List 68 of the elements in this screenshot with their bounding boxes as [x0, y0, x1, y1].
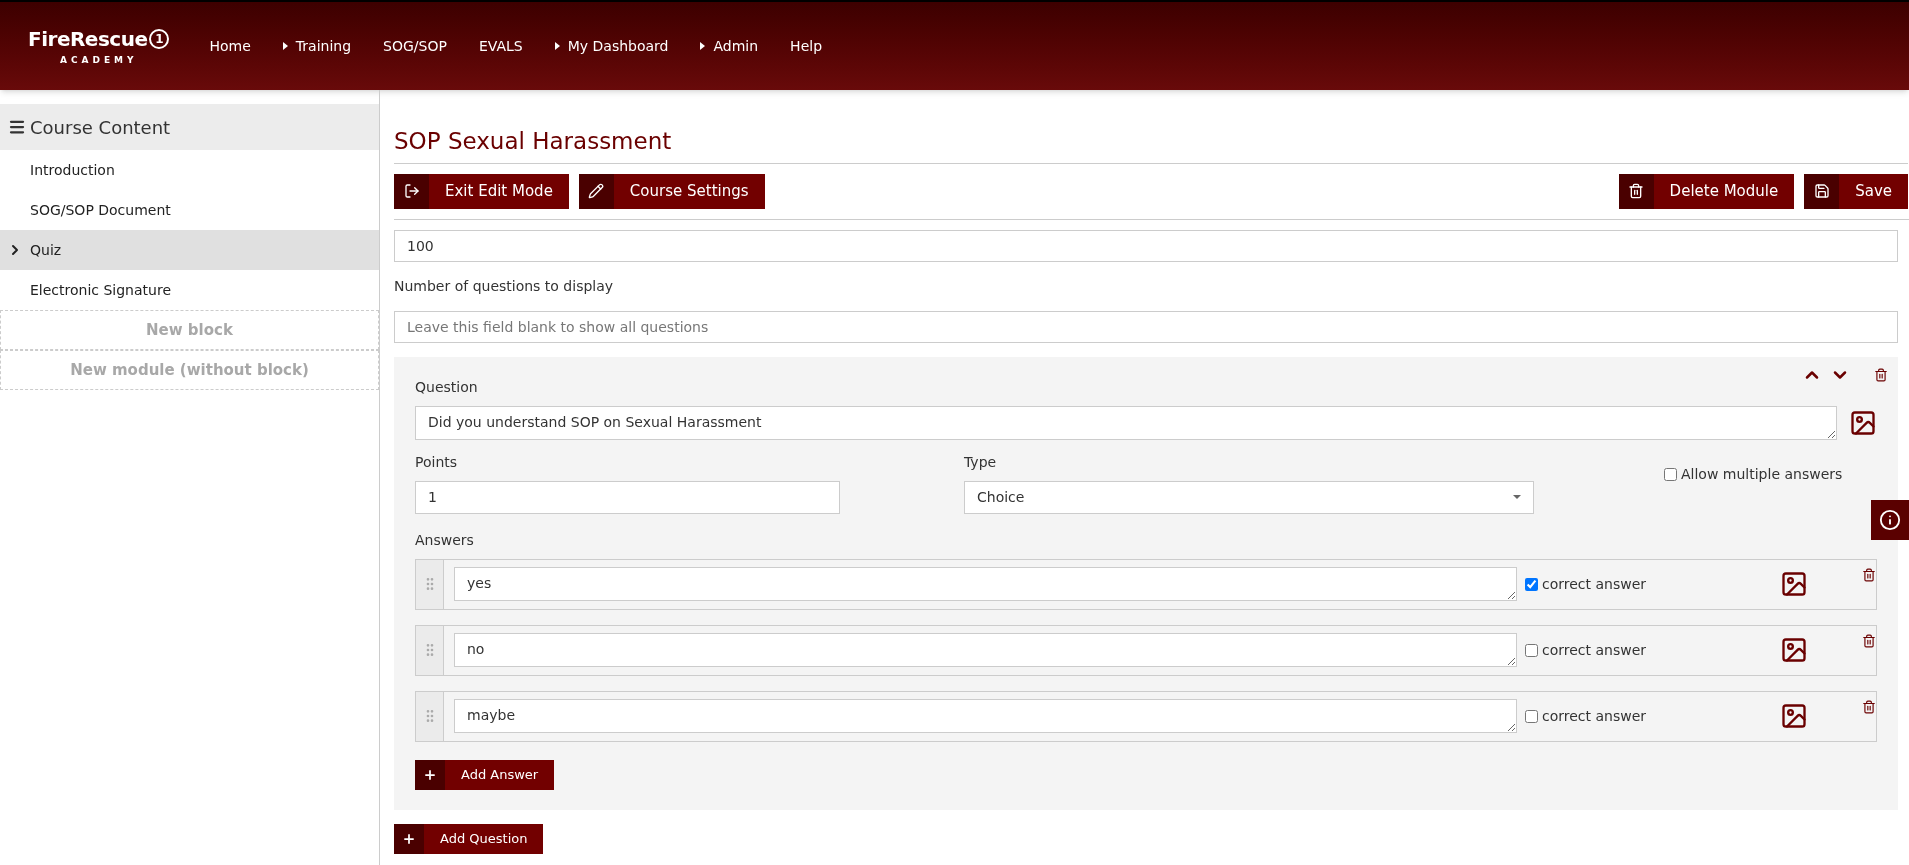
logo-wordmark: FireRescue [28, 26, 148, 54]
toolbar-button[interactable]: Delete Module [1618, 173, 1795, 209]
checkbox-label[interactable]: Allow multiple answers [1664, 463, 1843, 485]
checkbox[interactable] [1525, 709, 1538, 723]
image-icon[interactable] [1780, 702, 1809, 730]
nav-link[interactable]: EVALS [478, 35, 523, 57]
nav-link[interactable]: Training [282, 35, 352, 57]
sidebar-item[interactable]: SOG/SOP Document [0, 190, 379, 230]
input-field[interactable]: Leave this field blank to show all questions [394, 310, 1899, 343]
image-icon[interactable] [1780, 570, 1809, 598]
exit-icon [403, 183, 420, 199]
page-title: SOP Sexual Harassment [394, 124, 1909, 164]
delete-icon[interactable] [1862, 699, 1877, 714]
info-icon [1879, 509, 1901, 531]
trash-icon [1628, 183, 1645, 199]
field-label: Type [964, 452, 998, 472]
submenu-caret-icon [282, 42, 288, 50]
checkbox[interactable] [1664, 467, 1677, 481]
toolbar-button[interactable]: Exit Edit Mode [394, 173, 569, 209]
delete-icon[interactable] [1862, 633, 1877, 648]
drag-handle[interactable] [416, 559, 444, 609]
checkbox[interactable] [1525, 643, 1538, 657]
toolbar-button[interactable]: Save [1804, 173, 1909, 209]
answer-field[interactable]: yes [454, 567, 1517, 601]
type-select[interactable]: Choice [964, 480, 1534, 514]
field-label: Number of questions to display [394, 276, 615, 296]
field-label: Question [415, 377, 479, 397]
input-field[interactable]: 1 [415, 480, 840, 514]
nav-link[interactable]: SOG/SOP [383, 35, 447, 57]
checkbox-label[interactable]: correct answer [1525, 705, 1647, 727]
logo-badge: 1 [149, 29, 170, 50]
delete-icon[interactable] [1874, 367, 1889, 382]
nav-link[interactable]: Help [790, 35, 823, 57]
save-icon [1813, 183, 1830, 199]
answer-field[interactable]: no [454, 633, 1517, 667]
field-label: Points [415, 452, 459, 472]
sidebar-item[interactable]: Electronic Signature [0, 270, 379, 310]
checkbox-label[interactable]: correct answer [1525, 639, 1647, 661]
drag-handle[interactable] [416, 625, 444, 675]
logo[interactable]: FireRescue 1 ACADEMY [28, 24, 170, 68]
pencil-icon [588, 183, 605, 199]
checkbox-label[interactable]: correct answer [1525, 573, 1647, 595]
field-label: Answers [415, 530, 475, 550]
plus-icon [423, 767, 437, 782]
nav-link[interactable]: Home [209, 35, 251, 57]
image-icon[interactable] [1849, 408, 1878, 437]
info-button[interactable] [1871, 500, 1909, 540]
input-field[interactable]: 100 [394, 229, 1899, 262]
answer-field[interactable]: maybe [454, 699, 1517, 733]
add-question-button[interactable]: Add Question [394, 823, 544, 854]
logo-tagline: ACADEMY [59, 54, 138, 68]
nav-link[interactable]: My Dashboard [554, 35, 669, 57]
menu-icon [8, 118, 26, 136]
plus-icon [402, 831, 416, 846]
submenu-caret-icon [554, 42, 560, 50]
nav-link[interactable]: Admin [700, 35, 759, 57]
delete-icon[interactable] [1862, 567, 1877, 582]
checkbox[interactable] [1525, 577, 1538, 591]
dropdown-caret-icon [1513, 495, 1521, 499]
toolbar-button[interactable]: Course Settings [578, 173, 765, 209]
sidebar-item[interactable]: Introduction [0, 150, 379, 190]
image-icon[interactable] [1780, 636, 1809, 664]
sidebar-title: Course Content [30, 115, 171, 140]
sidebar-item[interactable]: Quiz [0, 230, 379, 270]
add-answer-button[interactable]: Add Answer [415, 759, 555, 790]
submenu-caret-icon [700, 42, 706, 50]
drag-handle[interactable] [416, 691, 444, 741]
question-field[interactable]: Did you understand SOP on Sexual Harassment [415, 405, 1838, 440]
